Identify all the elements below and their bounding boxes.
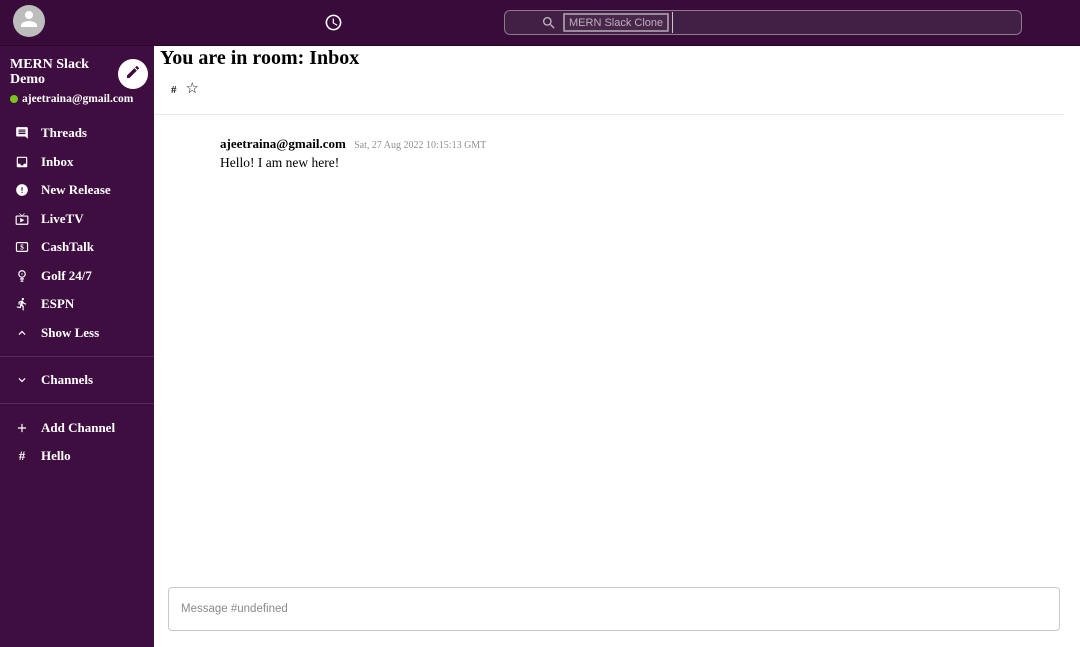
chat-message: ajeetraina@gmail.com Sat, 27 Aug 2022 10… <box>220 136 1060 171</box>
new-release-icon <box>15 183 29 197</box>
channels-header-label: Channels <box>41 372 94 388</box>
sidebar-item-livetv[interactable]: LiveTV <box>0 204 154 233</box>
add-channel-label: Add Channel <box>41 419 116 435</box>
message-input[interactable] <box>168 587 1060 631</box>
chat-header-divider <box>154 114 1064 115</box>
sidebar-item-cashtalk[interactable]: $ CashTalk <box>0 233 154 262</box>
search-input[interactable] <box>563 13 669 32</box>
workspace-name: MERN Slack Demo <box>10 57 89 88</box>
room-title: You are in room: Inbox <box>160 47 360 69</box>
sidebar-divider <box>0 403 154 405</box>
star-border-icon[interactable]: ☆ <box>186 82 199 97</box>
message-author: ajeetraina@gmail.com <box>220 136 346 151</box>
svg-text:$: $ <box>20 244 24 252</box>
comment-icon <box>15 126 29 140</box>
message-input-container <box>168 587 1060 631</box>
clock-icon[interactable] <box>324 13 343 32</box>
chevron-down-icon <box>15 373 29 387</box>
user-presence: ajeetraina@gmail.com <box>10 93 133 105</box>
sidebar-item-label: New Release <box>41 182 111 198</box>
user-avatar[interactable] <box>13 5 45 37</box>
workspace-info: MERN Slack Demo ajeetraina@gmail.com <box>10 57 133 105</box>
channel-label: Hello <box>41 448 71 464</box>
sidebar-item-espn[interactable]: ESPN <box>0 290 154 319</box>
sidebar-item-label: Golf 24/7 <box>41 267 92 283</box>
chat-header: You are in room: Inbox # ☆ <box>154 46 1080 115</box>
sidebar-divider <box>0 355 154 357</box>
sidebar-item-label: Inbox <box>41 153 74 169</box>
user-email: ajeetraina@gmail.com <box>22 92 134 105</box>
sidebar-item-golf[interactable]: Golf 24/7 <box>0 261 154 290</box>
cash-icon: $ <box>15 240 29 254</box>
new-message-button[interactable] <box>118 59 148 89</box>
hash-icon: # <box>18 448 26 464</box>
pencil-icon <box>125 64 141 85</box>
inbox-icon <box>15 155 29 169</box>
search-bar <box>504 10 1022 35</box>
sidebar: MERN Slack Demo ajeetraina@gmail.com Thr… <box>0 46 154 647</box>
mern-slack-clone-app: MERN Slack Demo ajeetraina@gmail.com Thr… <box>0 0 1080 647</box>
sidebar-item-new-release[interactable]: New Release <box>0 176 154 205</box>
chat-header-icons: # ☆ <box>171 82 1080 97</box>
sidebar-item-threads[interactable]: Threads <box>0 119 154 148</box>
online-status-dot <box>10 94 18 103</box>
plus-icon <box>15 421 29 435</box>
message-meta: ajeetraina@gmail.com Sat, 27 Aug 2022 10… <box>220 136 1060 152</box>
text-caret <box>672 12 673 33</box>
hash-icon: # <box>171 83 177 96</box>
message-text: Hello! I am new here! <box>220 155 340 170</box>
chevron-up-icon <box>15 326 29 340</box>
sidebar-item-label: CashTalk <box>41 239 94 255</box>
sidebar-item-label: Threads <box>41 125 87 141</box>
sidebar-header: MERN Slack Demo ajeetraina@gmail.com <box>0 46 154 105</box>
live-tv-icon <box>15 212 29 226</box>
sidebar-item-label: LiveTV <box>41 210 84 226</box>
sidebar-menu: Threads Inbox New Release LiveTV $ CashT… <box>0 119 154 347</box>
sidebar-item-label: Show Less <box>41 324 100 340</box>
channel-item-hello[interactable]: # Hello <box>0 442 154 471</box>
message-list: ajeetraina@gmail.com Sat, 27 Aug 2022 10… <box>154 115 1080 647</box>
sidebar-item-label: ESPN <box>41 296 75 312</box>
search-icon <box>541 15 557 31</box>
sports-icon <box>15 297 29 311</box>
sidebar-item-channels[interactable]: Channels <box>0 366 154 395</box>
sidebar-item-inbox[interactable]: Inbox <box>0 147 154 176</box>
sidebar-item-show-less[interactable]: Show Less <box>0 318 154 347</box>
golf-icon <box>15 269 29 283</box>
sidebar-item-add-channel[interactable]: Add Channel <box>0 413 154 442</box>
chat-area: You are in room: Inbox # ☆ ajeetraina@gm… <box>154 46 1080 647</box>
top-bar <box>0 0 1080 46</box>
person-icon <box>17 7 41 36</box>
message-timestamp: Sat, 27 Aug 2022 10:15:13 GMT <box>354 140 487 151</box>
